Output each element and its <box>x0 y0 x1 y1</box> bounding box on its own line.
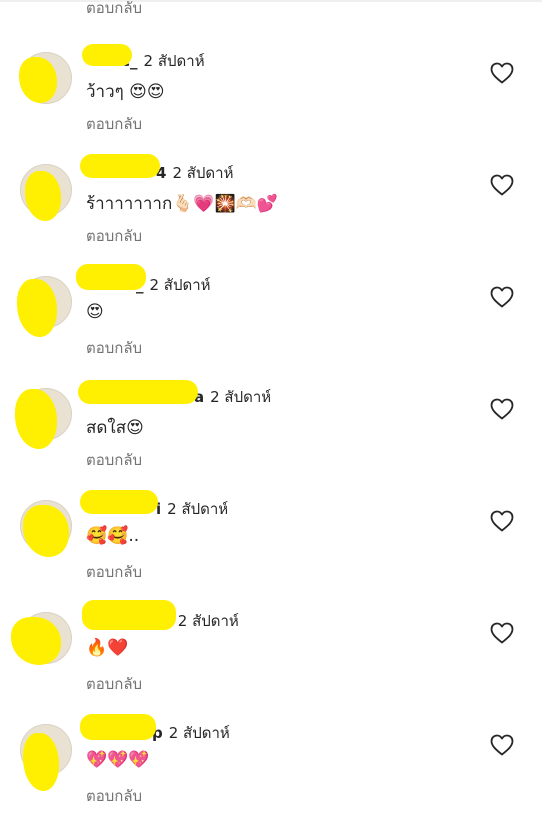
avatar[interactable] <box>17 276 72 337</box>
comment-text: 💖💖💖 <box>86 750 150 770</box>
like-heart-icon[interactable] <box>490 510 514 532</box>
comment-header: i 2 สัปดาห์ <box>80 490 229 520</box>
comment-header: _ 2 สัปดาห์ <box>76 264 211 296</box>
comment-item: _ 2 สัปดาห์ 😍 ตอบกลับ <box>0 264 542 378</box>
top-divider <box>0 0 542 2</box>
timestamp: 2 สัปดาห์ <box>177 612 239 630</box>
comment-item: p 2 สัปดาห์ 💖💖💖 ตอบกลับ <box>0 714 542 826</box>
timestamp: 2 สัปดาห์ <box>149 276 211 294</box>
like-heart-icon[interactable] <box>490 286 514 308</box>
reply-button[interactable]: ตอบกลับ <box>86 672 142 696</box>
like-heart-icon[interactable] <box>490 174 514 196</box>
comment-item: i 2 สัปดาห์ 🥰🥰.. ตอบกลับ <box>0 490 542 602</box>
comment-header: ic_ 2 สัปดาห์ <box>82 44 205 72</box>
avatar[interactable] <box>15 388 72 449</box>
reply-button[interactable]: ตอบกลับ <box>86 0 142 20</box>
timestamp: 2 สัปดาห์ <box>172 164 234 182</box>
reply-button[interactable]: ตอบกลับ <box>86 336 142 360</box>
avatar[interactable] <box>20 164 72 221</box>
reply-button[interactable]: ตอบกลับ <box>86 224 142 248</box>
comment-item: a 2 สัปดาห์ สดใส😍 ตอบกลับ <box>0 378 542 490</box>
like-heart-icon[interactable] <box>490 398 514 420</box>
avatar[interactable] <box>11 612 72 665</box>
comment-header: p 2 สัปดาห์ <box>80 714 230 744</box>
comment-item: ic_ 2 สัปดาห์ ว้าวๆ 😍😍 ตอบกลับ <box>0 42 542 154</box>
reply-button[interactable]: ตอบกลับ <box>86 112 142 136</box>
username[interactable]: p <box>80 714 163 742</box>
comment-item: y 2 สัปดาห์ 🔥❤️ ตอบกลับ <box>0 600 542 714</box>
timestamp: 2 สัปดาห์ <box>143 52 205 70</box>
comment-text: 🥰🥰.. <box>86 526 140 546</box>
reply-button[interactable]: ตอบกลับ <box>86 784 142 808</box>
comment-text: สดใส😍 <box>86 418 144 438</box>
timestamp: 2 สัปดาห์ <box>167 500 229 518</box>
comment-header: y 2 สัปดาห์ <box>82 600 239 632</box>
reply-button[interactable]: ตอบกลับ <box>86 560 142 584</box>
comment-text: ร้าาาาาาาก🫰🏻💗🎇🫶🏻💕 <box>86 194 279 214</box>
comment-header: a 2 สัปดาห์ <box>78 380 272 408</box>
username[interactable]: 4 <box>80 154 166 182</box>
avatar[interactable] <box>20 724 72 791</box>
like-heart-icon[interactable] <box>490 622 514 644</box>
avatar[interactable] <box>19 52 72 104</box>
avatar[interactable] <box>20 500 72 557</box>
username[interactable]: i <box>80 490 161 518</box>
timestamp: 2 สัปดาห์ <box>210 388 272 406</box>
reply-button[interactable]: ตอบกลับ <box>86 448 142 472</box>
comment-item: 4 2 สัปดาห์ ร้าาาาาาาก🫰🏻💗🎇🫶🏻💕 ตอบกลับ <box>0 154 542 266</box>
username[interactable]: _ <box>76 264 146 294</box>
username[interactable]: a <box>78 380 204 406</box>
username[interactable]: y <box>82 600 176 630</box>
timestamp: 2 สัปดาห์ <box>168 724 230 742</box>
username[interactable]: ic_ <box>82 44 138 70</box>
comment-text: 🔥❤️ <box>86 638 129 658</box>
comment-text: ว้าวๆ 😍😍 <box>86 82 165 102</box>
like-heart-icon[interactable] <box>490 62 514 84</box>
like-heart-icon[interactable] <box>490 734 514 756</box>
comment-header: 4 2 สัปดาห์ <box>80 154 234 184</box>
comment-text: 😍 <box>86 302 104 322</box>
